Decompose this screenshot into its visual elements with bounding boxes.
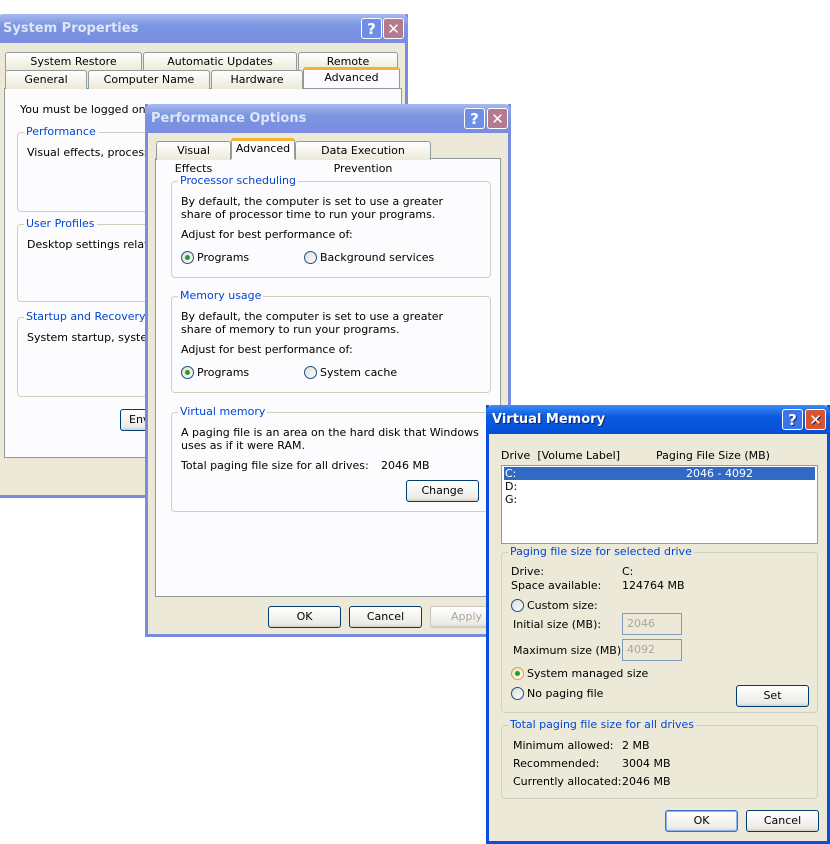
custom-size-radio[interactable]	[511, 599, 524, 612]
recommended-label: Recommended:	[513, 757, 600, 770]
window-title: Performance Options	[151, 111, 307, 126]
group-label: Memory usage	[178, 289, 264, 302]
total-paging-group: Total paging file size for all drives Mi…	[501, 718, 818, 799]
no-paging-file-radio[interactable]	[511, 687, 524, 700]
group-text: By default, the computer is set to use a…	[181, 310, 444, 336]
window-title: System Properties	[3, 21, 139, 36]
tab-visual-effects[interactable]: Visual Effects	[156, 141, 231, 175]
tab-system-restore[interactable]: System Restore	[5, 52, 142, 71]
tab-automatic-updates[interactable]: Automatic Updates	[143, 52, 297, 71]
background-services-radio[interactable]	[304, 251, 317, 264]
group-label: Total paging file size for all drives	[508, 718, 697, 731]
ok-button[interactable]: OK	[268, 606, 341, 628]
programs-label[interactable]: Programs	[197, 251, 249, 264]
performance-options-window: Performance Options ? ✕ Processor schedu…	[145, 104, 511, 637]
drive-list[interactable]: C: 2046 - 4092 D: G:	[501, 465, 818, 544]
tab-general[interactable]: General	[5, 70, 87, 89]
group-label: Paging file size for selected drive	[508, 545, 694, 558]
system-managed-label[interactable]: System managed size	[527, 667, 648, 680]
programs-label[interactable]: Programs	[197, 366, 249, 379]
background-services-label[interactable]: Background services	[320, 251, 434, 264]
selected-drive-group: Paging file size for selected drive Driv…	[501, 545, 818, 713]
title-bar[interactable]: System Properties ? ✕	[0, 14, 408, 43]
set-button[interactable]: Set	[736, 685, 809, 707]
close-icon[interactable]: ✕	[487, 108, 508, 129]
system-cache-label[interactable]: System cache	[320, 366, 397, 379]
space-label: Space available:	[511, 579, 602, 592]
tab-advanced[interactable]: Advanced	[303, 67, 400, 88]
minimum-label: Minimum allowed:	[513, 739, 614, 752]
drive-row[interactable]: G:	[504, 493, 815, 506]
tab-panel: Processor scheduling By default, the com…	[155, 158, 506, 597]
group-label: Startup and Recovery	[24, 310, 148, 323]
column-header-size: Paging File Size (MB)	[656, 449, 770, 462]
tab-advanced[interactable]: Advanced	[231, 138, 295, 159]
processor-scheduling-group: Processor scheduling By default, the com…	[171, 174, 491, 278]
allocated-value: 2046 MB	[622, 775, 671, 788]
title-bar[interactable]: Performance Options ? ✕	[145, 104, 511, 133]
virtual-memory-group: Virtual memory A paging file is an area …	[171, 405, 506, 512]
maximum-size-label: Maximum size (MB):	[513, 644, 625, 657]
adjust-label: Adjust for best performance of:	[181, 343, 353, 356]
virtual-memory-window: Virtual Memory ? ✕ Drive [Volume Label] …	[486, 405, 830, 844]
drive-letter: C:	[505, 467, 517, 480]
adjust-label: Adjust for best performance of:	[181, 228, 353, 241]
total-value: 2046 MB	[381, 459, 430, 472]
group-label: Virtual memory	[178, 405, 268, 418]
initial-size-label: Initial size (MB):	[513, 618, 602, 631]
help-icon[interactable]: ?	[361, 18, 382, 39]
drive-label: Drive:	[511, 565, 545, 578]
system-managed-radio[interactable]	[511, 667, 524, 680]
minimum-value: 2 MB	[622, 739, 650, 752]
drive-letter: G:	[505, 493, 518, 506]
programs-radio[interactable]	[181, 366, 194, 379]
group-label: User Profiles	[24, 217, 97, 230]
drive-row[interactable]: C: 2046 - 4092	[504, 467, 815, 480]
help-icon[interactable]: ?	[782, 409, 803, 430]
drive-value: C:	[622, 565, 634, 578]
drive-size: 2046 - 4092	[686, 467, 753, 480]
close-icon[interactable]: ✕	[383, 18, 404, 39]
system-cache-radio[interactable]	[304, 366, 317, 379]
total-label: Total paging file size for all drives:	[181, 459, 369, 472]
maximum-size-input[interactable]: 4092	[622, 639, 682, 661]
close-icon[interactable]: ✕	[805, 409, 826, 430]
custom-size-label[interactable]: Custom size:	[527, 599, 598, 612]
tab-computer-name[interactable]: Computer Name	[88, 70, 210, 89]
cancel-button[interactable]: Cancel	[349, 606, 422, 628]
change-button[interactable]: Change	[406, 480, 479, 502]
column-header-drive: Drive [Volume Label]	[501, 449, 620, 462]
drive-letter: D:	[505, 480, 518, 493]
memory-usage-group: Memory usage By default, the computer is…	[171, 289, 491, 393]
allocated-label: Currently allocated:	[513, 775, 622, 788]
cancel-button[interactable]: Cancel	[746, 810, 819, 832]
group-text: By default, the computer is set to use a…	[181, 195, 444, 221]
window-title: Virtual Memory	[492, 412, 606, 427]
initial-size-input[interactable]: 2046	[622, 613, 682, 635]
group-label: Performance	[24, 125, 98, 138]
recommended-value: 3004 MB	[622, 757, 671, 770]
programs-radio[interactable]	[181, 251, 194, 264]
logon-note: You must be logged on as	[20, 103, 162, 116]
no-paging-file-label[interactable]: No paging file	[527, 687, 603, 700]
drive-row[interactable]: D:	[504, 480, 815, 493]
group-text: A paging file is an area on the hard dis…	[181, 426, 479, 452]
help-icon[interactable]: ?	[464, 108, 485, 129]
ok-button[interactable]: OK	[665, 810, 738, 832]
tab-hardware[interactable]: Hardware	[211, 70, 303, 89]
space-value: 124764 MB	[622, 579, 685, 592]
tab-data-execution-prevention[interactable]: Data Execution Prevention	[295, 141, 431, 175]
title-bar[interactable]: Virtual Memory ? ✕	[486, 405, 830, 434]
